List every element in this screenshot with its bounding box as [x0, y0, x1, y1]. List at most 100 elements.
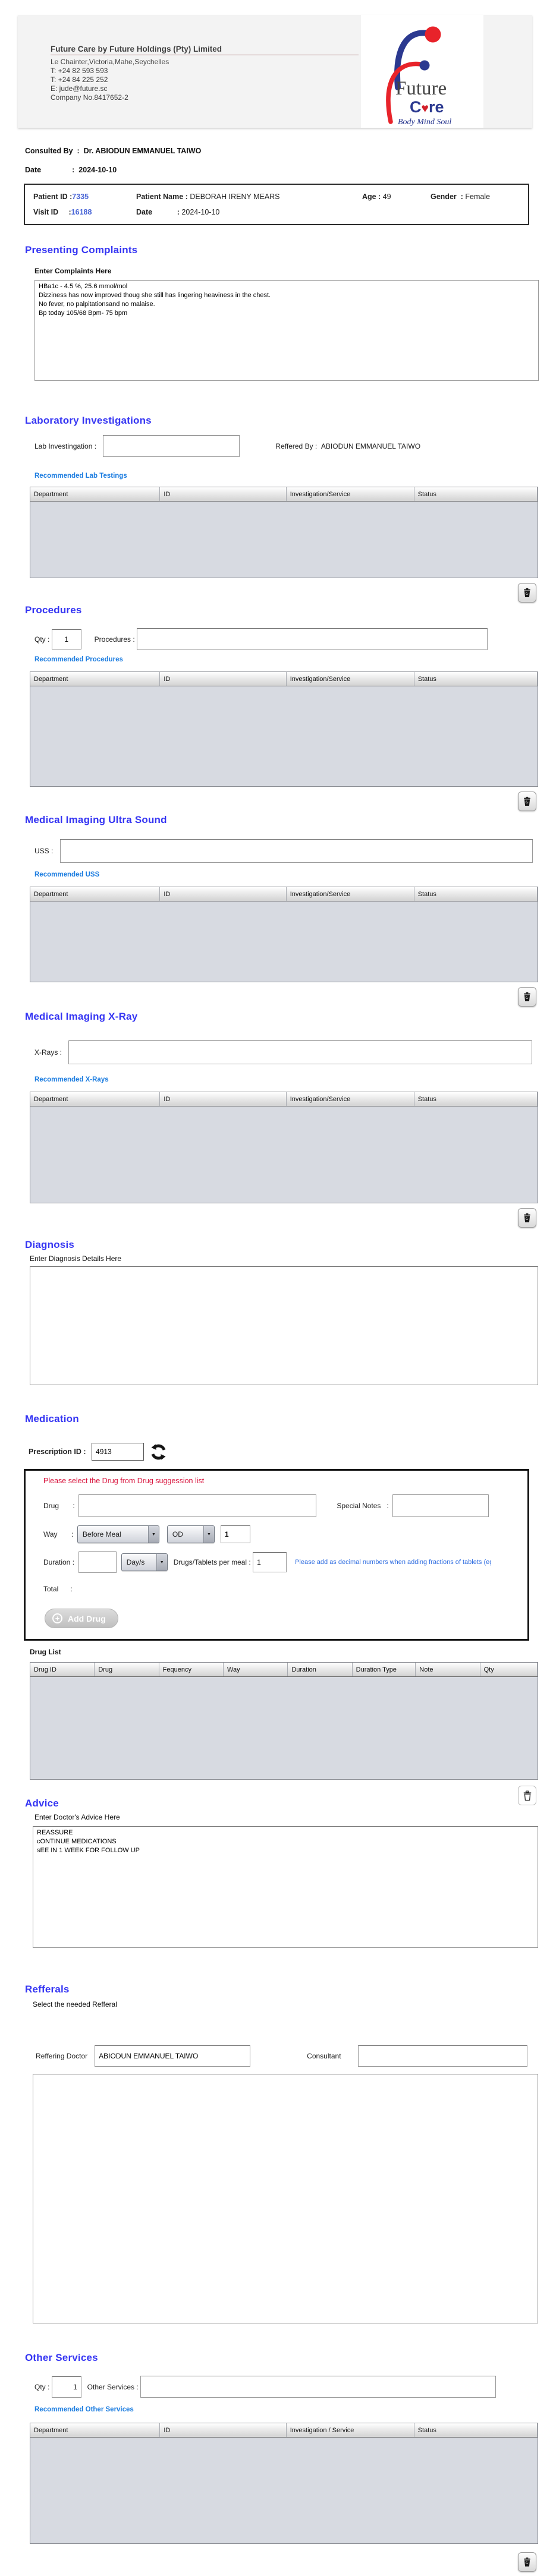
age-value: 49	[382, 193, 391, 201]
recommended-uss-link[interactable]: Recommended USS	[34, 871, 99, 878]
column-header: Status	[414, 487, 538, 501]
drug-list-label: Drug List	[30, 1648, 61, 1656]
svg-text:C♥re: C♥re	[410, 98, 444, 116]
advice-textarea[interactable]: REASSURE cONTINUE MEDICATIONS sEE IN 1 W…	[33, 1826, 538, 1948]
other-services-header: Department ID Investigation / Service Statu…	[30, 2423, 538, 2438]
prescription-id-label: Prescription ID :	[29, 1448, 89, 1456]
duration-type-value: Day/s	[126, 1558, 145, 1566]
prescription-id-input[interactable]	[92, 1443, 144, 1461]
section-title-procedures: Procedures	[25, 604, 82, 616]
uss-delete-button[interactable]	[518, 987, 536, 1007]
refresh-icon	[151, 1443, 166, 1460]
recommended-procedures-link[interactable]: Recommended Procedures	[34, 656, 123, 663]
xray-delete-button[interactable]	[518, 1208, 536, 1228]
procedures-input[interactable]	[137, 628, 488, 650]
consultant-input[interactable]	[357, 2045, 527, 2067]
refferal-select-label: Select the needed Refferal	[33, 2000, 117, 2009]
gender-value: Female	[465, 193, 491, 201]
other-qty-input[interactable]	[51, 2376, 81, 2398]
chevron-down-icon: ▼	[147, 1526, 159, 1543]
column-header: Duration	[288, 1663, 353, 1676]
section-title-diagnosis: Diagnosis	[25, 1239, 75, 1250]
column-header: Status	[414, 1092, 538, 1106]
referring-doctor-label: Reffering Doctor	[36, 2052, 88, 2060]
special-notes-label: Special Notes :	[337, 1502, 393, 1510]
way-label: Way :	[43, 1530, 77, 1538]
patient-date-value: 2024-10-10	[181, 208, 220, 216]
uss-table-body[interactable]	[30, 901, 538, 982]
column-header: Department	[30, 2423, 161, 2437]
procedures-qty-input[interactable]	[51, 629, 81, 649]
xray-table-body[interactable]	[30, 1106, 538, 1203]
procedures-delete-button[interactable]	[518, 792, 536, 811]
trash-icon	[524, 2557, 530, 2566]
xray-input[interactable]	[68, 1041, 533, 1064]
recommended-xray-link[interactable]: Recommended X-Rays	[34, 1076, 109, 1083]
column-header: Status	[414, 2423, 538, 2437]
patient-id-label: Patient ID :	[33, 193, 73, 201]
trash-outline-icon	[523, 1790, 531, 1801]
duration-type-select[interactable]: Day/s ▼	[121, 1553, 168, 1571]
column-header: Status	[414, 887, 538, 901]
recommended-other-services-link[interactable]: Recommended Other Services	[34, 2406, 134, 2413]
column-header: ID	[160, 2423, 287, 2437]
letterhead: Future Care by Future Holdings (Pty) Lim…	[18, 15, 532, 128]
column-header: ID	[160, 672, 287, 686]
other-services-input[interactable]	[140, 2376, 497, 2398]
column-header: Status	[414, 672, 538, 686]
consultant-label: Consultant	[307, 2052, 341, 2060]
duration-input[interactable]	[78, 1552, 117, 1573]
uss-input[interactable]	[59, 839, 533, 863]
prescription-refresh-button[interactable]	[150, 1443, 167, 1461]
refferal-list-box[interactable]	[33, 2074, 538, 2323]
patient-id-value: 7335	[72, 193, 89, 201]
complaints-textarea[interactable]: HBa1c - 4.5 %, 25.6 mmol/mol Dizziness h…	[34, 280, 539, 381]
trash-icon	[524, 796, 530, 806]
drug-label: Drug :	[43, 1502, 79, 1510]
column-header: Drug ID	[30, 1663, 95, 1676]
drug-list-body[interactable]	[30, 1677, 538, 1779]
section-title-presenting-complaints: Presenting Complaints	[25, 244, 138, 256]
column-header: Department	[30, 487, 161, 501]
column-header: Note	[416, 1663, 480, 1676]
lab-results-table: Department ID Investigation/Service Status	[30, 487, 538, 578]
recommended-lab-testings-link[interactable]: Recommended Lab Testings	[34, 472, 127, 480]
referred-by-label: Reffered By :	[275, 442, 321, 450]
lab-investigation-input[interactable]	[103, 435, 240, 457]
frequency-qty-input[interactable]	[220, 1525, 250, 1543]
company-name: Future Care by Future Holdings (Pty) Lim…	[51, 45, 359, 55]
procedures-qty-label: Qty :	[34, 635, 52, 644]
patient-name-label: Patient Name :	[136, 193, 188, 201]
diagnosis-textarea[interactable]	[30, 1266, 538, 1385]
drug-input[interactable]	[78, 1494, 317, 1517]
advice-delete-button[interactable]	[518, 1786, 536, 1805]
lab-delete-button[interactable]	[518, 583, 536, 603]
column-header: Investigation/Service	[287, 487, 414, 501]
special-notes-input[interactable]	[392, 1494, 489, 1517]
procedures-label: Procedures :	[94, 635, 137, 644]
lab-table-body[interactable]	[30, 502, 538, 578]
other-services-delete-button[interactable]	[518, 2552, 536, 2572]
per-meal-input[interactable]	[253, 1552, 287, 1572]
frequency-select[interactable]: OD ▼	[166, 1525, 215, 1543]
xray-label: X-Rays :	[34, 1048, 64, 1057]
column-header: Department	[30, 887, 161, 901]
visit-id-value: 16188	[71, 208, 92, 216]
drug-list-header: Drug ID Drug Fequency Way Duration Duration T…	[30, 1663, 538, 1677]
procedures-table-body[interactable]	[30, 686, 538, 786]
patient-summary-box: Patient ID :7335 Patient Name : DEBORAH …	[24, 184, 529, 225]
referred-by-value: ABIODUN EMMANUEL TAIWO	[321, 442, 421, 450]
add-drug-button[interactable]: + Add Drug	[45, 1609, 118, 1628]
age-label: Age :	[362, 193, 381, 201]
column-header: Department	[30, 672, 161, 686]
trash-icon	[524, 992, 530, 1001]
column-header: ID	[160, 487, 287, 501]
svg-text:Future: Future	[395, 78, 447, 99]
patient-name-value: DEBORAH IRENY MEARS	[190, 193, 280, 201]
other-services-body[interactable]	[30, 2438, 538, 2543]
meal-timing-select[interactable]: Before Meal ▼	[77, 1525, 159, 1543]
trash-icon	[524, 588, 530, 597]
referring-doctor-input[interactable]	[95, 2045, 251, 2067]
column-header: Department	[30, 1092, 161, 1106]
column-header: Investigation / Service	[287, 2423, 414, 2437]
